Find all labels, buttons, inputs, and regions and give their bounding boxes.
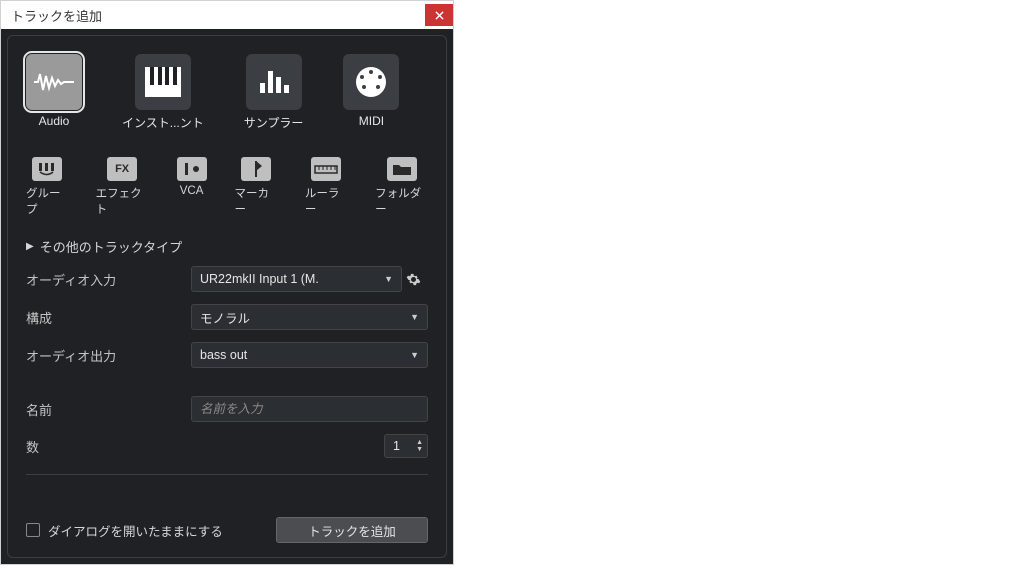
titlebar: トラックを追加 — [1, 1, 453, 29]
count-value: 1 — [393, 439, 400, 453]
track-type-label: VCA — [180, 185, 204, 197]
close-button[interactable] — [425, 4, 453, 26]
audio-output-select[interactable]: bass out — [191, 342, 428, 368]
count-stepper[interactable]: 1 ▲▼ — [384, 434, 428, 458]
expander-label: その他のトラックタイプ — [40, 237, 182, 256]
track-type-label: エフェクト — [96, 185, 149, 217]
track-type-label: サンプラー — [244, 114, 304, 131]
name-input[interactable] — [191, 396, 428, 422]
track-type-instrument[interactable]: インスト...ント — [122, 54, 204, 131]
track-type-vca[interactable]: VCA — [177, 157, 207, 217]
config-select[interactable]: モノラル — [191, 304, 428, 330]
track-type-group[interactable]: グループ — [26, 157, 68, 217]
primary-track-types: Audio インスト...ント サンプラー — [26, 54, 428, 131]
audio-input-select[interactable]: UR22mkII Input 1 (M. — [191, 266, 402, 292]
track-type-effect[interactable]: FX エフェクト — [96, 157, 149, 217]
vca-icon — [177, 157, 207, 181]
ruler-icon — [311, 157, 341, 181]
track-type-folder[interactable]: フォルダー — [375, 157, 428, 217]
keep-open-label: ダイアログを開いたままにする — [48, 521, 223, 540]
track-type-label: インスト...ント — [122, 114, 204, 131]
track-type-ruler[interactable]: ルーラー — [305, 157, 347, 217]
track-type-label: グループ — [26, 185, 68, 217]
fx-icon: FX — [107, 157, 137, 181]
audio-icon — [26, 54, 82, 110]
folder-icon — [387, 157, 417, 181]
divider — [26, 474, 428, 475]
count-label: 数 — [26, 437, 191, 456]
track-type-sampler[interactable]: サンプラー — [244, 54, 304, 131]
keep-open-checkbox[interactable]: ダイアログを開いたままにする — [26, 521, 223, 540]
group-icon — [32, 157, 62, 181]
track-type-label: マーカー — [235, 185, 277, 217]
footer: ダイアログを開いたままにする トラックを追加 — [26, 517, 428, 543]
name-label: 名前 — [26, 400, 191, 419]
add-track-button[interactable]: トラックを追加 — [276, 517, 428, 543]
window-title: トラックを追加 — [11, 6, 102, 25]
track-type-audio[interactable]: Audio — [26, 54, 82, 131]
audio-input-settings-button[interactable] — [402, 268, 424, 290]
instrument-icon — [135, 54, 191, 110]
track-type-midi[interactable]: MIDI — [343, 54, 399, 131]
track-type-label: MIDI — [359, 114, 384, 128]
secondary-track-types: グループ FX エフェクト VCA マーカー — [26, 157, 428, 217]
marker-icon — [241, 157, 271, 181]
midi-icon — [343, 54, 399, 110]
name-count-section: 名前 数 1 ▲▼ — [26, 396, 428, 458]
add-track-dialog: トラックを追加 Audio インスト...ント — [0, 0, 454, 565]
chevron-right-icon: ▶ — [26, 241, 34, 252]
sampler-icon — [246, 54, 302, 110]
audio-input-label: オーディオ入力 — [26, 270, 191, 289]
track-type-label: Audio — [39, 114, 70, 128]
checkbox-icon — [26, 523, 40, 537]
close-icon — [435, 11, 444, 20]
track-type-marker[interactable]: マーカー — [235, 157, 277, 217]
track-type-label: ルーラー — [305, 185, 347, 217]
gear-icon — [406, 272, 421, 287]
track-type-label: フォルダー — [375, 185, 428, 217]
stepper-arrows[interactable]: ▲▼ — [416, 439, 423, 453]
form-section: オーディオ入力 UR22mkII Input 1 (M. 構成 モノラル オーデ… — [26, 266, 428, 368]
other-track-types-expander[interactable]: ▶ その他のトラックタイプ — [26, 237, 428, 256]
config-label: 構成 — [26, 308, 191, 327]
audio-output-label: オーディオ出力 — [26, 346, 191, 365]
